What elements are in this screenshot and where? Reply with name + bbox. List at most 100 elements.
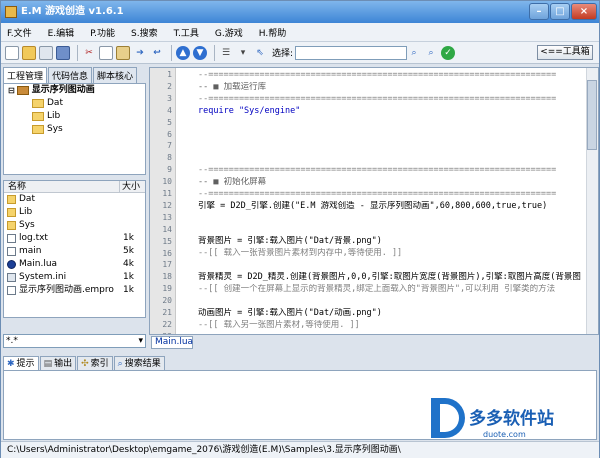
search-next-icon[interactable]: ⌕ <box>424 46 438 60</box>
tree-item[interactable]: Lib <box>4 110 145 123</box>
chevron-down-icon[interactable]: ▾ <box>236 46 250 60</box>
code-line[interactable]: --[[ 载入一张背景图片素材到内存中,等待使用. ]] <box>198 248 588 260</box>
column-name[interactable]: 名称 <box>4 181 119 192</box>
list-item[interactable]: System.ini 1k <box>4 271 145 284</box>
menu-tools[interactable]: T.工具 <box>174 26 199 39</box>
tab-code-info[interactable]: 代码信息 <box>48 67 93 83</box>
maximize-button[interactable]: □ <box>550 3 570 20</box>
code-line[interactable] <box>198 225 588 237</box>
code-line[interactable]: --[[ 载入另一张图片素材,等待使用. ]] <box>198 320 588 332</box>
close-button[interactable]: × <box>571 3 597 20</box>
redo-icon[interactable]: ➔ <box>133 46 147 60</box>
list-icon[interactable]: ☰ <box>219 46 233 60</box>
code-line[interactable]: -- ■ 初始化屏幕 <box>198 177 588 189</box>
search-icon[interactable]: ⌕ <box>407 46 421 60</box>
list-item[interactable]: main 5k <box>4 245 145 258</box>
code-line[interactable]: 动画图片 = 引擎:载入图片("Dat/动画.png") <box>198 308 588 320</box>
list-item[interactable]: log.txt 1k <box>4 232 145 245</box>
collapse-icon[interactable]: ⊟ <box>8 84 15 97</box>
tab-label: 索引 <box>90 358 109 369</box>
file-filter-select[interactable]: *.* ▾ <box>3 334 146 348</box>
menu-game[interactable]: G.游戏 <box>215 26 243 39</box>
hint-icon: ✱ <box>7 358 15 369</box>
chevron-down-icon[interactable]: ▾ <box>138 335 143 347</box>
save-icon[interactable] <box>56 45 70 60</box>
scrollbar-thumb[interactable] <box>587 80 597 150</box>
code-line[interactable] <box>198 296 588 308</box>
vertical-scrollbar[interactable] <box>586 68 598 334</box>
code-line[interactable]: 背景图片 = 引擎:载入图片("Dat/背景.png") <box>198 236 588 248</box>
line-number: 8 <box>167 153 172 163</box>
lua-file-icon <box>7 260 16 269</box>
tab-output[interactable]: ▤ 输出 <box>39 356 77 370</box>
search-input[interactable] <box>295 45 408 60</box>
menu-search[interactable]: S.搜索 <box>131 26 158 39</box>
file-size <box>119 206 145 219</box>
app-window: E.M 游戏创造 v1.6.1 – □ × F.文件 E.编辑 P.功能 S.搜… <box>0 0 600 458</box>
tab-index[interactable]: ✣ 索引 <box>77 356 113 370</box>
code-line[interactable]: --======================================… <box>198 70 588 82</box>
code-line[interactable] <box>198 260 588 272</box>
window-title: E.M 游戏创造 v1.6.1 <box>21 6 124 17</box>
code-line[interactable]: --======================================… <box>198 165 588 177</box>
tab-script-core[interactable]: 脚本核心 <box>93 67 138 83</box>
code-line[interactable] <box>198 141 588 153</box>
file-size <box>119 193 145 206</box>
line-number: 7 <box>167 141 172 151</box>
tree-item[interactable]: Sys <box>4 123 145 136</box>
code-line[interactable]: --======================================… <box>198 94 588 106</box>
tab-hints[interactable]: ✱ 提示 <box>3 356 39 370</box>
open-folder-icon[interactable] <box>22 45 36 60</box>
undo-icon[interactable]: ↩ <box>150 46 164 60</box>
toolbox-button[interactable]: <==工具箱 <box>537 45 593 60</box>
file-name: Sys <box>19 220 35 230</box>
code-line[interactable]: 引擎 = D2D_引擎.创建("E.M 游戏创造 - 显示序列图动画",60,8… <box>198 201 588 213</box>
menu-edit[interactable]: E.编辑 <box>48 26 75 39</box>
list-item[interactable]: 显示序列图动画.empro 1k <box>4 284 145 297</box>
list-item[interactable]: Dat <box>4 193 145 206</box>
line-number: 23 <box>150 332 172 334</box>
menu-function[interactable]: P.功能 <box>90 26 115 39</box>
code-line[interactable] <box>198 129 588 141</box>
list-item[interactable]: Sys <box>4 219 145 232</box>
line-number: 21 <box>162 308 172 317</box>
line-number: 3 <box>167 93 172 103</box>
arrow-up-icon[interactable]: ▲ <box>176 45 190 60</box>
file-name: 显示序列图动画.empro <box>19 285 114 295</box>
menu-help[interactable]: H.帮助 <box>259 26 286 39</box>
code-editor[interactable]: --======================================… <box>149 67 599 335</box>
code-line[interactable]: 背景精灵 = D2D_精灵.创建(背景图片,0,0,引擎:取图片宽度(背景图片)… <box>198 272 588 284</box>
tree-root[interactable]: ⊟ 显示序列图动画 <box>4 84 145 97</box>
open-file-icon[interactable] <box>39 45 53 60</box>
code-area[interactable]: --======================================… <box>198 70 588 334</box>
line-number: 10 <box>162 177 172 187</box>
tab-project[interactable]: 工程管理 <box>3 67 48 83</box>
editor-tab-main-lua[interactable]: Main.lua <box>151 336 193 349</box>
code-line[interactable] <box>198 332 588 334</box>
copy-icon[interactable] <box>99 45 113 60</box>
line-number: 20 <box>162 296 172 306</box>
code-line[interactable] <box>198 213 588 225</box>
filter-value: *.* <box>6 336 18 346</box>
code-line[interactable]: --[[ 创建一个在屏幕上显示的背景精灵,绑定上面载入的"背景图片",可以利用 … <box>198 284 588 296</box>
menu-file[interactable]: F.文件 <box>7 26 32 39</box>
new-file-icon[interactable] <box>5 45 19 60</box>
column-size[interactable]: 大小 <box>119 181 145 192</box>
tree-item[interactable]: Dat <box>4 97 145 110</box>
paste-icon[interactable] <box>116 45 130 60</box>
code-line[interactable] <box>198 153 588 165</box>
cut-icon[interactable]: ✂ <box>82 46 96 60</box>
logo-icon <box>431 398 465 438</box>
code-line[interactable]: require "Sys/engine" <box>198 106 588 118</box>
code-line[interactable]: -- ■ 加载运行库 <box>198 82 588 94</box>
code-line[interactable] <box>198 118 588 130</box>
list-item[interactable]: Main.lua 4k <box>4 258 145 271</box>
toolbar-separator <box>214 44 215 61</box>
run-check-icon[interactable]: ✓ <box>441 45 456 60</box>
minimize-button[interactable]: – <box>529 3 549 20</box>
arrow-down-icon[interactable]: ▼ <box>193 45 207 60</box>
list-item[interactable]: Lib <box>4 206 145 219</box>
tab-search-results[interactable]: ⌕ 搜索结果 <box>113 356 165 370</box>
cursor-icon[interactable]: ⇖ <box>253 46 267 60</box>
code-line[interactable]: --======================================… <box>198 189 588 201</box>
